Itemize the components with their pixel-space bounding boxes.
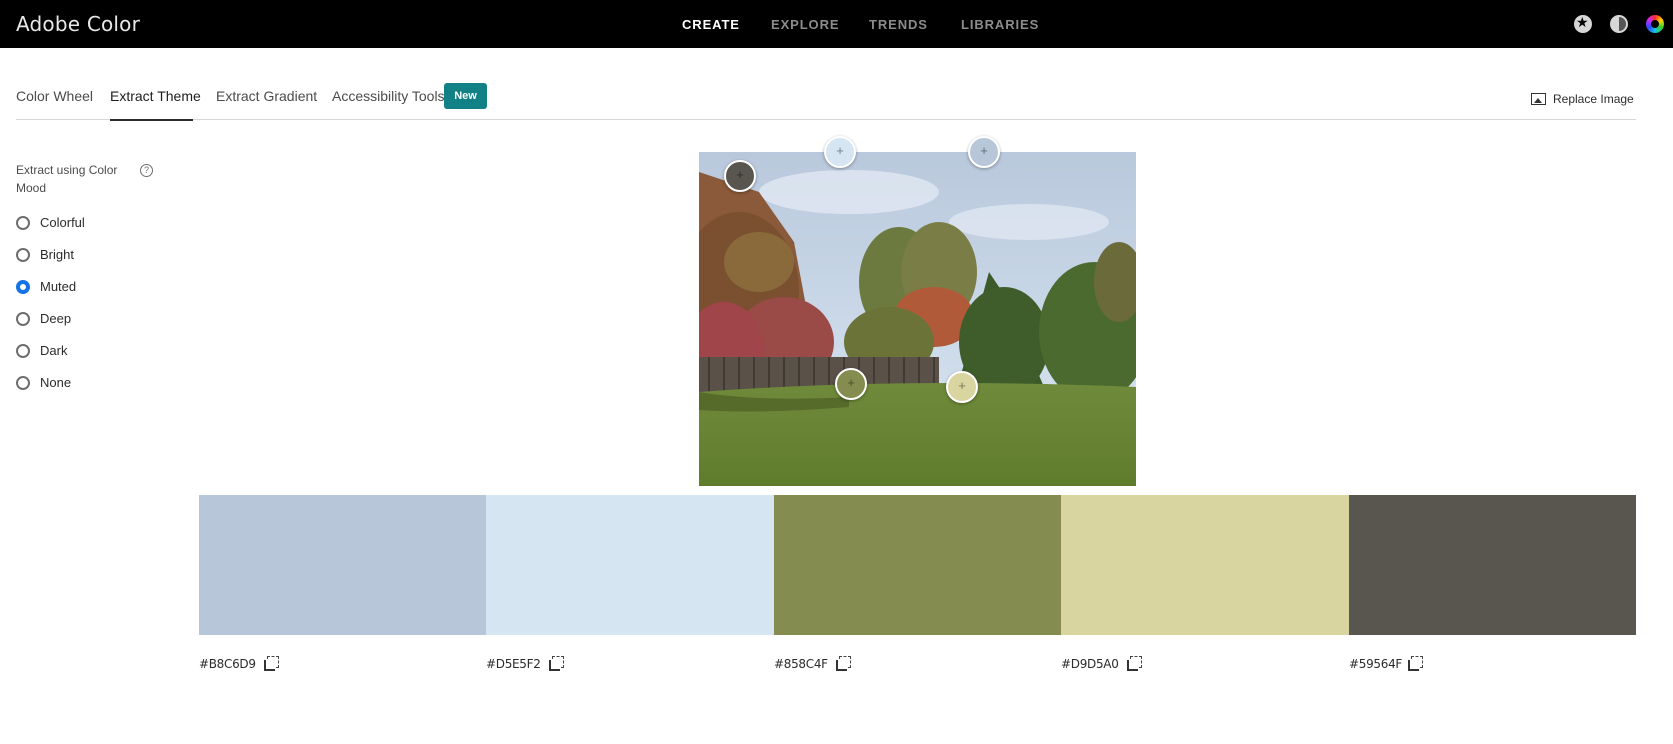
radio-muted[interactable] [16, 280, 30, 294]
nav-trends[interactable]: TRENDS [869, 17, 928, 32]
radio-none[interactable] [16, 376, 30, 390]
tab-extract-theme[interactable]: Extract Theme [110, 88, 201, 104]
sampler-light-blue[interactable] [824, 136, 856, 168]
swatch-1[interactable] [199, 495, 486, 635]
tab-extract-gradient[interactable]: Extract Gradient [216, 88, 317, 104]
radio-label: Colorful [40, 215, 85, 230]
radio-dark[interactable] [16, 344, 30, 358]
app-title[interactable]: Adobe Color [16, 12, 140, 36]
copy-icon[interactable] [836, 656, 851, 671]
replace-image-label: Replace Image [1553, 92, 1634, 106]
nav-create[interactable]: CREATE [682, 17, 740, 32]
nav-libraries[interactable]: LIBRARIES [961, 17, 1039, 32]
color-wheel-icon[interactable] [1646, 15, 1664, 33]
contrast-icon[interactable] [1610, 15, 1628, 33]
radio-label: Muted [40, 279, 77, 294]
swatch-5[interactable] [1349, 495, 1636, 635]
star-icon[interactable] [1574, 14, 1592, 33]
hex-value-1[interactable]: #B8C6D9 [199, 657, 256, 671]
hex-value-3[interactable]: #858C4F [774, 657, 828, 671]
mood-title: Extract using Color Mood [16, 163, 118, 195]
hex-value-2[interactable]: #D5E5F2 [486, 657, 541, 671]
new-badge: New [444, 83, 487, 109]
radio-deep[interactable] [16, 312, 30, 326]
nav-explore[interactable]: EXPLORE [771, 17, 839, 32]
swatch-3[interactable] [774, 495, 1061, 635]
hex-value-5[interactable]: #59564F [1349, 657, 1402, 671]
radio-label: None [40, 375, 72, 390]
tab-color-wheel[interactable]: Color Wheel [16, 88, 93, 104]
sampler-khaki[interactable] [946, 371, 978, 403]
copy-icon[interactable] [549, 656, 564, 671]
swatch-4[interactable] [1061, 495, 1349, 635]
tab-divider [16, 119, 1636, 120]
radio-bright[interactable] [16, 248, 30, 262]
source-photo[interactable] [699, 152, 1136, 486]
radio-label: Bright [40, 247, 74, 262]
copy-icon[interactable] [1127, 656, 1142, 671]
main-nav: CREATE EXPLORE TRENDS LIBRARIES [0, 0, 1673, 48]
help-icon[interactable]: ? [140, 164, 153, 177]
radio-colorful[interactable] [16, 216, 30, 230]
image-icon [1531, 93, 1546, 105]
top-bar: Adobe Color CREATE EXPLORE TRENDS LIBRAR… [0, 0, 1673, 48]
backyard-photo [699, 152, 1136, 486]
radio-label: Dark [40, 343, 68, 358]
copy-icon[interactable] [264, 656, 279, 671]
hex-value-4[interactable]: #D9D5A0 [1061, 657, 1119, 671]
active-tab-indicator [110, 119, 193, 121]
sampler-dark[interactable] [724, 160, 756, 192]
copy-icon[interactable] [1408, 656, 1423, 671]
sampler-blue-gray[interactable] [968, 136, 1000, 168]
tab-accessibility-tools[interactable]: Accessibility Tools [332, 88, 445, 104]
sampler-olive[interactable] [835, 368, 867, 400]
radio-label: Deep [40, 311, 72, 326]
swatch-2[interactable] [486, 495, 774, 635]
